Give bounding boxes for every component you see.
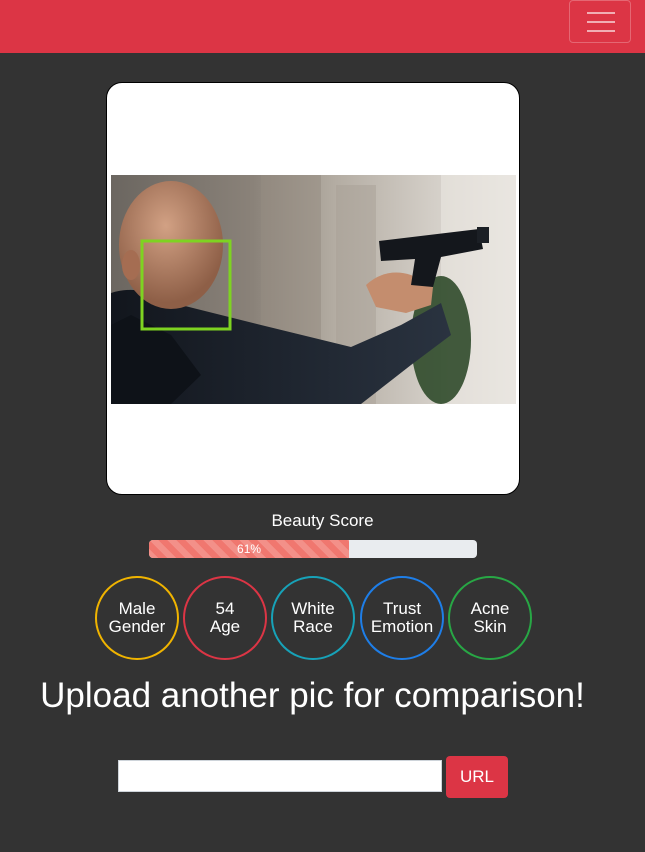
attribute-value: Trust [382, 599, 422, 618]
attribute-label: Age [209, 617, 241, 636]
beauty-score-progress: 61% [149, 540, 477, 558]
attribute-race: White Race [271, 576, 355, 660]
attribute-age: 54 Age [183, 576, 267, 660]
beauty-score-label: Beauty Score [271, 511, 374, 530]
beauty-score-progress-fill: 61% [149, 540, 350, 558]
menu-toggle-button[interactable] [569, 0, 631, 43]
analyzed-photo [111, 175, 516, 404]
navbar [0, 0, 645, 53]
attribute-value: White [291, 599, 335, 618]
attribute-value: Male [118, 599, 156, 618]
attribute-label: Skin [473, 617, 507, 636]
url-input[interactable] [118, 760, 442, 792]
attribute-skin: Acne Skin [448, 576, 532, 660]
photo-card [106, 82, 520, 495]
attribute-label: Race [293, 617, 333, 636]
attribute-value: Acne [470, 599, 510, 618]
attribute-value: 54 [215, 599, 235, 618]
attribute-emotion: Trust Emotion [360, 576, 444, 660]
attribute-list: Male Gender 54 Age White Race Trust Emot… [95, 576, 535, 660]
attribute-label: Gender [108, 617, 166, 636]
attribute-label: Emotion [370, 617, 434, 636]
url-submit-button[interactable]: URL [446, 756, 508, 798]
upload-headline: Upload another pic for comparison! [40, 676, 585, 715]
attribute-gender: Male Gender [95, 576, 179, 660]
